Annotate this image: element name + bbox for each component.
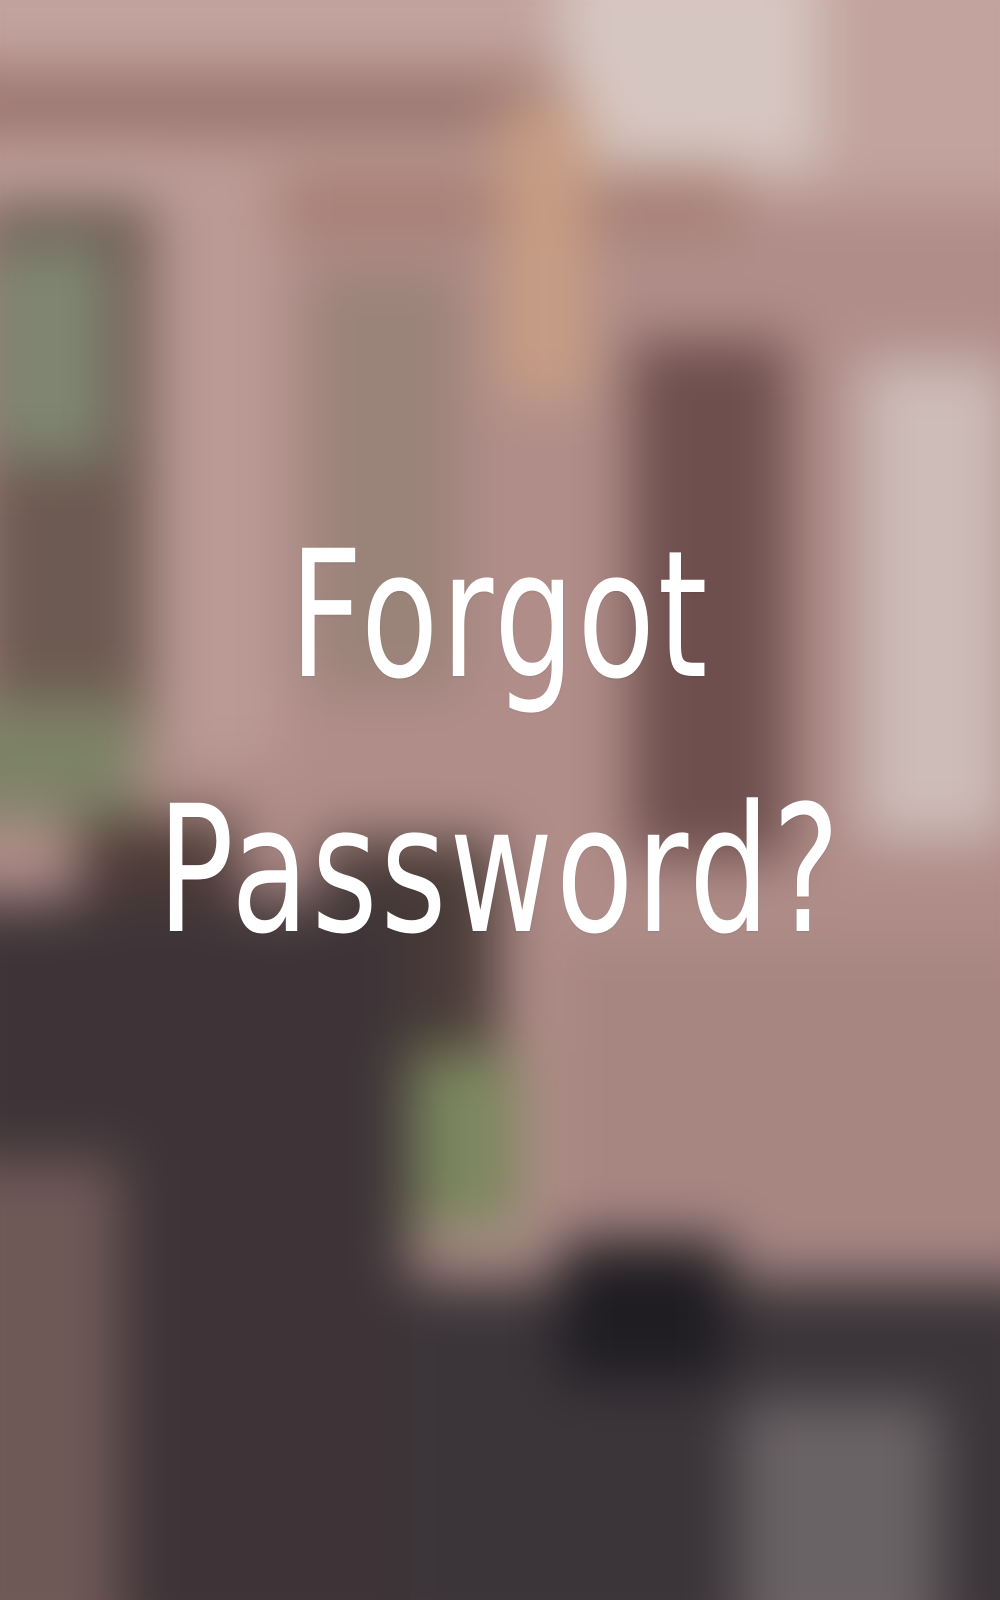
page-title: Forgot Password?: [140, 488, 860, 998]
forgot-password-screen: Forgot Password?: [0, 0, 1000, 1600]
title-line-forgot: Forgot: [289, 512, 711, 718]
title-line-password: Password?: [157, 767, 843, 973]
